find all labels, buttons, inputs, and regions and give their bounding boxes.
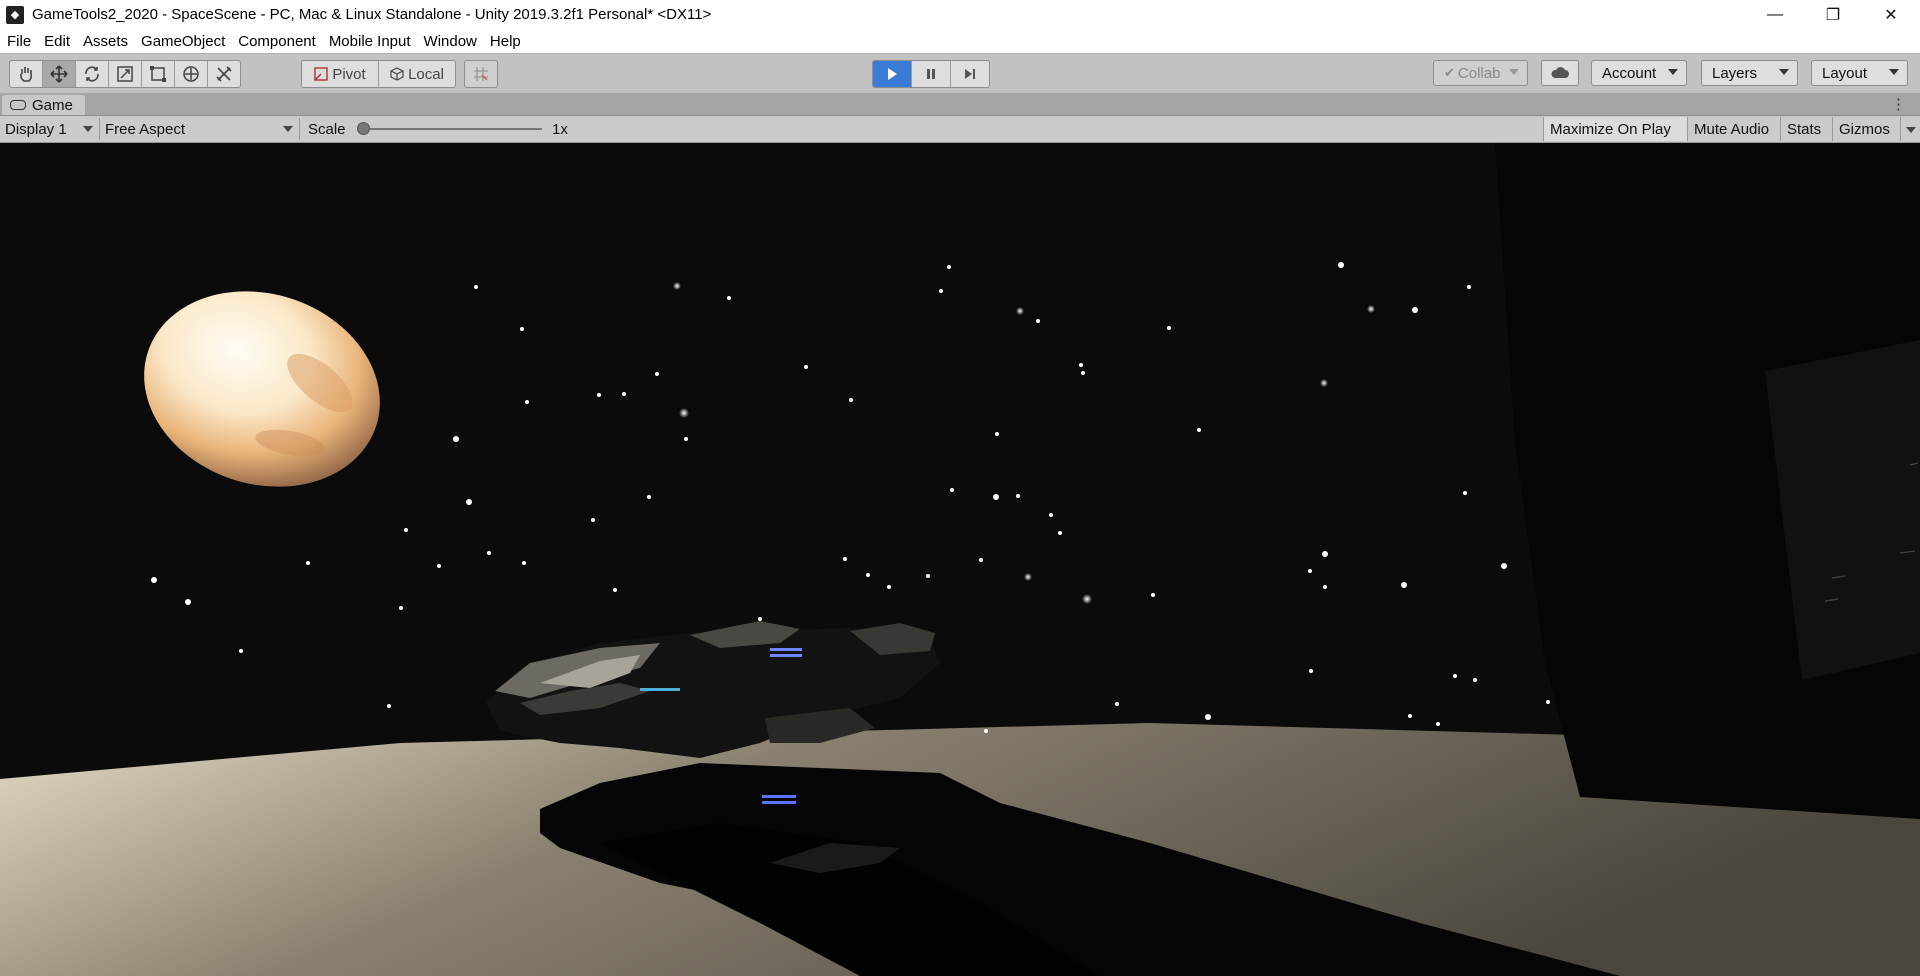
- divider: [99, 118, 100, 140]
- move-arrows-icon: [50, 65, 68, 83]
- hand-tool-button[interactable]: [10, 61, 43, 87]
- main-toolbar: Pivot Local ✔ Collab Account Layers Layo…: [0, 53, 1920, 93]
- menu-window[interactable]: Window: [417, 33, 483, 50]
- scale-tool-button[interactable]: [109, 61, 142, 87]
- account-dropdown[interactable]: Account: [1591, 60, 1687, 86]
- scale-slider-thumb[interactable]: [357, 122, 370, 135]
- rect-tool-button[interactable]: [142, 61, 175, 87]
- transform-tools: [9, 60, 241, 88]
- more-options-icon[interactable]: ⋮: [1891, 95, 1906, 113]
- pivot-local-group: Pivot Local: [301, 60, 456, 88]
- pivot-icon: [314, 67, 329, 81]
- window-controls: — ❐ ✕: [1746, 0, 1920, 29]
- maximize-on-play-toggle[interactable]: Maximize On Play: [1543, 117, 1687, 141]
- divider: [299, 118, 300, 140]
- grid-snap-icon: [474, 67, 488, 81]
- layers-label: Layers: [1712, 64, 1758, 82]
- custom-tool-button[interactable]: [208, 61, 240, 87]
- chevron-down-icon: [1906, 127, 1916, 133]
- chevron-down-icon: [1889, 69, 1899, 75]
- account-label: Account: [1602, 64, 1657, 82]
- unity-logo-icon: ◆: [6, 5, 24, 24]
- transform-tool-button[interactable]: [175, 61, 208, 87]
- menu-component[interactable]: Component: [231, 33, 322, 50]
- gizmos-toggle[interactable]: Gizmos: [1832, 117, 1900, 141]
- snap-group: [464, 60, 498, 88]
- chevron-down-icon: [283, 126, 293, 132]
- hand-icon: [20, 67, 33, 82]
- scale-slider-track[interactable]: [364, 128, 542, 130]
- cloud-button[interactable]: [1541, 60, 1579, 86]
- game-view-controls: Display 1 Free Aspect Scale 1x Maximize …: [0, 116, 1920, 143]
- window-title: GameTools2_2020 - SpaceScene - PC, Mac &…: [32, 6, 712, 23]
- playback-controls: [872, 60, 990, 88]
- layout-dropdown[interactable]: Layout: [1811, 60, 1908, 86]
- play-icon: [888, 68, 897, 80]
- rotate-icon: [85, 66, 99, 82]
- chevron-down-icon: [1509, 69, 1519, 75]
- pause-button[interactable]: [912, 61, 951, 87]
- check-icon: ✔: [1444, 65, 1455, 80]
- scale-icon: [117, 66, 133, 82]
- game-viewport[interactable]: [0, 143, 1920, 976]
- menu-assets[interactable]: Assets: [76, 33, 134, 50]
- menu-edit[interactable]: Edit: [37, 33, 76, 50]
- menu-help[interactable]: Help: [483, 33, 527, 50]
- close-button[interactable]: ✕: [1862, 0, 1920, 29]
- maximize-button[interactable]: ❐: [1804, 0, 1862, 29]
- tools-icon: [216, 66, 232, 82]
- tab-game-label: Game: [32, 96, 73, 114]
- local-toggle[interactable]: Local: [379, 61, 455, 87]
- chevron-down-icon: [1668, 69, 1678, 75]
- gamepad-icon: [10, 100, 26, 110]
- title-bar: ◆ GameTools2_2020 - SpaceScene - PC, Mac…: [0, 0, 1920, 29]
- menu-file[interactable]: File: [0, 33, 37, 50]
- transform-icon: [183, 66, 199, 82]
- step-icon: [965, 69, 975, 79]
- gizmos-dropdown[interactable]: [1900, 117, 1920, 141]
- snap-button[interactable]: [465, 61, 497, 87]
- local-label: Local: [408, 65, 444, 83]
- game-tab-bar: Game ⋮: [0, 93, 1920, 116]
- mute-audio-toggle[interactable]: Mute Audio: [1687, 117, 1780, 141]
- tab-game[interactable]: Game: [2, 95, 85, 115]
- rect-icon: [150, 66, 166, 82]
- move-tool-button[interactable]: [43, 61, 76, 87]
- rotate-tool-button[interactable]: [76, 61, 109, 87]
- collab-label: Collab: [1457, 64, 1501, 82]
- minimize-button[interactable]: —: [1746, 0, 1804, 29]
- scene-render: [0, 143, 1920, 976]
- cloud-icon: [1551, 67, 1569, 78]
- scale-value: 1x: [552, 120, 568, 138]
- scale-label: Scale: [308, 120, 346, 138]
- chevron-down-icon: [1779, 69, 1789, 75]
- menu-gameobject[interactable]: GameObject: [134, 33, 231, 50]
- collab-dropdown[interactable]: ✔ Collab: [1433, 60, 1528, 86]
- aspect-label: Free Aspect: [105, 120, 186, 138]
- chevron-down-icon: [83, 126, 93, 132]
- aspect-dropdown[interactable]: Free Aspect: [105, 116, 295, 142]
- layers-dropdown[interactable]: Layers: [1701, 60, 1798, 86]
- pause-icon: [927, 69, 935, 79]
- layout-label: Layout: [1822, 64, 1868, 82]
- pivot-label: Pivot: [332, 65, 366, 83]
- menu-mobile-input[interactable]: Mobile Input: [322, 33, 417, 50]
- play-button[interactable]: [873, 61, 912, 87]
- step-button[interactable]: [951, 61, 989, 87]
- display-label: Display 1: [5, 120, 67, 138]
- stats-toggle[interactable]: Stats: [1780, 117, 1832, 141]
- menu-bar: File Edit Assets GameObject Component Mo…: [0, 29, 1920, 53]
- pivot-toggle[interactable]: Pivot: [302, 61, 379, 87]
- cube-icon: [390, 67, 404, 81]
- display-dropdown[interactable]: Display 1: [5, 116, 97, 142]
